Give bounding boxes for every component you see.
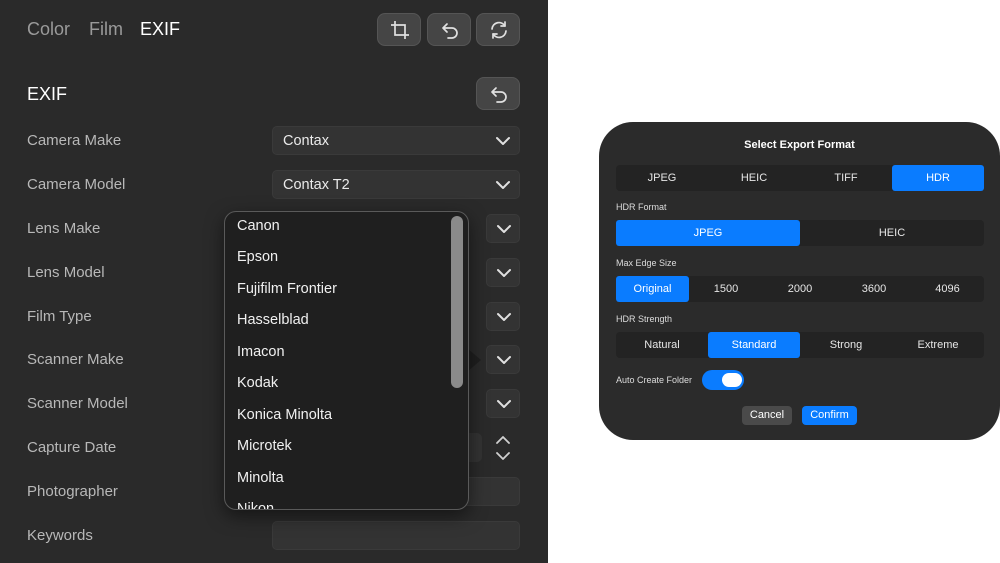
date-stepper-icon[interactable]: [490, 432, 516, 464]
hdr-strength-label: HDR Strength: [616, 314, 673, 324]
scanner-make-select[interactable]: [486, 345, 520, 374]
chevron-down-icon: [497, 225, 511, 233]
edge-option-4096[interactable]: 4096: [911, 276, 984, 302]
dropdown-item[interactable]: Imacon: [237, 344, 285, 360]
hdr-format-option-heic[interactable]: HEIC: [800, 220, 984, 246]
format-segmented-control: JPEG HEIC TIFF HDR: [616, 165, 984, 191]
undo-icon: [491, 87, 507, 103]
photographer-label: Photographer: [27, 483, 118, 500]
edge-option-2000[interactable]: 2000: [763, 276, 837, 302]
scanner-model-label: Scanner Model: [27, 395, 128, 412]
cancel-button[interactable]: Cancel: [742, 406, 792, 425]
scanner-model-select[interactable]: [486, 389, 520, 418]
undo-icon: [442, 23, 458, 39]
tab-exif[interactable]: EXIF: [140, 19, 180, 40]
edge-option-1500[interactable]: 1500: [689, 276, 763, 302]
refresh-icon: [491, 21, 507, 39]
chevron-down-icon: [496, 137, 510, 145]
scanner-make-label: Scanner Make: [27, 351, 124, 368]
lens-model-select[interactable]: [486, 258, 520, 287]
hdr-format-option-jpeg[interactable]: JPEG: [616, 220, 800, 246]
auto-create-folder-toggle[interactable]: [702, 370, 744, 390]
film-type-label: Film Type: [27, 308, 92, 325]
camera-model-label: Camera Model: [27, 176, 126, 193]
dropdown-item[interactable]: Fujifilm Frontier: [237, 281, 337, 297]
scanner-make-dropdown: Canon Epson Fujifilm Frontier Hasselblad…: [224, 211, 469, 510]
dropdown-item[interactable]: Kodak: [237, 375, 278, 391]
dropdown-pointer: [467, 348, 481, 372]
keywords-label: Keywords: [27, 527, 93, 544]
crop-icon: [391, 21, 409, 39]
reset-exif-button[interactable]: [476, 77, 520, 110]
dialog-title: Select Export Format: [744, 139, 855, 151]
confirm-button[interactable]: Confirm: [802, 406, 857, 425]
max-edge-size-segmented-control: Original 1500 2000 3600 4096: [616, 276, 984, 302]
camera-make-value: Contax: [283, 133, 329, 149]
lens-make-label: Lens Make: [27, 220, 101, 237]
dropdown-item[interactable]: Canon: [237, 218, 280, 234]
tab-film[interactable]: Film: [89, 19, 123, 40]
hdr-strength-segmented-control: Natural Standard Strong Extreme: [616, 332, 984, 358]
chevron-down-icon: [497, 356, 511, 364]
dropdown-item[interactable]: Hasselblad: [237, 312, 309, 328]
dropdown-item[interactable]: Minolta: [237, 470, 284, 486]
keywords-field[interactable]: [272, 521, 520, 550]
undo-button[interactable]: [427, 13, 471, 46]
max-edge-size-label: Max Edge Size: [616, 258, 677, 268]
refresh-button[interactable]: [476, 13, 520, 46]
format-option-heic[interactable]: HEIC: [708, 165, 800, 191]
camera-make-label: Camera Make: [27, 132, 122, 149]
camera-model-value: Contax T2: [283, 177, 350, 193]
format-option-hdr[interactable]: HDR: [892, 165, 984, 191]
chevron-down-icon: [496, 181, 510, 189]
edge-option-3600[interactable]: 3600: [837, 276, 911, 302]
dropdown-item[interactable]: Epson: [237, 249, 278, 265]
camera-model-select[interactable]: Contax T2: [272, 170, 520, 199]
edge-option-original[interactable]: Original: [616, 276, 689, 302]
film-type-select[interactable]: [486, 302, 520, 331]
lens-make-select[interactable]: [486, 214, 520, 243]
strength-option-standard[interactable]: Standard: [708, 332, 800, 358]
format-option-jpeg[interactable]: JPEG: [616, 165, 708, 191]
capture-date-label: Capture Date: [27, 439, 117, 456]
auto-create-folder-label: Auto Create Folder: [616, 375, 693, 385]
strength-option-natural[interactable]: Natural: [616, 332, 708, 358]
dropdown-item[interactable]: Nikon: [237, 501, 274, 509]
exif-panel: Color Film EXIF EXIF Camera Make Camera …: [0, 0, 548, 563]
format-option-tiff[interactable]: TIFF: [800, 165, 892, 191]
strength-option-extreme[interactable]: Extreme: [892, 332, 984, 358]
toggle-knob: [722, 373, 742, 387]
camera-make-select[interactable]: Contax: [272, 126, 520, 155]
chevron-down-icon: [497, 313, 511, 321]
crop-button[interactable]: [377, 13, 421, 46]
chevron-down-icon: [497, 400, 511, 408]
dropdown-item[interactable]: Konica Minolta: [237, 407, 332, 423]
tab-color[interactable]: Color: [27, 19, 70, 40]
dropdown-item[interactable]: Microtek: [237, 438, 292, 454]
section-title: EXIF: [27, 84, 68, 104]
chevron-down-icon: [497, 269, 511, 277]
hdr-format-label: HDR Format: [616, 202, 667, 212]
dropdown-scrollbar[interactable]: [451, 216, 463, 388]
export-format-dialog: Select Export Format JPEG HEIC TIFF HDR …: [599, 122, 1000, 440]
strength-option-strong[interactable]: Strong: [800, 332, 892, 358]
hdr-format-segmented-control: JPEG HEIC: [616, 220, 984, 246]
lens-model-label: Lens Model: [27, 264, 105, 281]
